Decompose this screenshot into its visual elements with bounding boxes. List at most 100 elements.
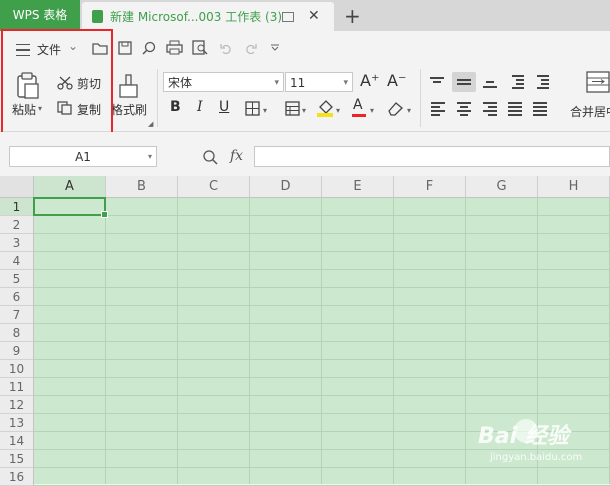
- watermark-url: jingyan.baidu.com: [490, 452, 583, 463]
- merge-center-icon[interactable]: [586, 71, 610, 93]
- row-gridline: [34, 233, 610, 234]
- decrease-indent-icon[interactable]: [508, 74, 526, 89]
- function-button[interactable]: fx: [230, 148, 243, 164]
- grow-font-button[interactable]: A⁺: [360, 71, 379, 90]
- divider: [420, 69, 421, 127]
- row-gridline: [34, 269, 610, 270]
- row-gridline: [34, 413, 610, 414]
- row-header-5[interactable]: 5: [0, 270, 34, 288]
- align-middle-button[interactable]: [452, 72, 476, 92]
- print-preview-icon[interactable]: [192, 40, 208, 55]
- fill-color-icon[interactable]: [316, 99, 334, 117]
- row-gridline: [34, 359, 610, 360]
- shrink-font-button[interactable]: A⁻: [387, 71, 406, 90]
- row-gridline: [34, 323, 610, 324]
- print-icon[interactable]: [166, 40, 183, 55]
- column-header-g[interactable]: G: [466, 176, 538, 198]
- fill-handle[interactable]: [101, 211, 108, 218]
- clear-dropdown-icon[interactable]: ▾: [407, 106, 411, 115]
- bold-button[interactable]: B: [170, 99, 181, 115]
- name-box[interactable]: A1 ▾: [9, 146, 157, 167]
- row-gridline: [34, 467, 610, 468]
- column-header-h[interactable]: H: [538, 176, 610, 198]
- row-header-12[interactable]: 12: [0, 396, 34, 414]
- row-header-7[interactable]: 7: [0, 306, 34, 324]
- align-right-icon[interactable]: [483, 101, 499, 116]
- highlight-annotation: [1, 29, 113, 135]
- row-header-10[interactable]: 10: [0, 360, 34, 378]
- customize-toolbar-icon[interactable]: [270, 44, 280, 52]
- align-center-icon[interactable]: [457, 101, 473, 116]
- row-header-8[interactable]: 8: [0, 324, 34, 342]
- format-painter-button[interactable]: 格式刷: [111, 101, 147, 118]
- formula-input[interactable]: [254, 146, 610, 167]
- document-tab[interactable]: 新建 Microsof...003 工作表 (3) ✕: [82, 2, 334, 31]
- undo-icon[interactable]: [220, 42, 233, 54]
- underline-button[interactable]: U: [219, 99, 229, 115]
- row-header-1[interactable]: 1: [0, 198, 34, 216]
- save-icon[interactable]: [118, 41, 132, 55]
- row-header-9[interactable]: 9: [0, 342, 34, 360]
- new-tab-button[interactable]: +: [344, 4, 361, 28]
- clipboard-launcher-icon[interactable]: ◢: [148, 120, 153, 128]
- align-top-icon[interactable]: [430, 75, 446, 89]
- row-header-11[interactable]: 11: [0, 378, 34, 396]
- chevron-down-icon: ▾: [147, 152, 152, 161]
- row-header-13[interactable]: 13: [0, 414, 34, 432]
- redo-icon[interactable]: [244, 42, 257, 54]
- formula-bar: A1 ▾ fx: [0, 132, 610, 176]
- increase-indent-icon[interactable]: [533, 74, 551, 89]
- cell-style-icon[interactable]: [285, 101, 300, 116]
- align-bottom-icon[interactable]: [483, 75, 499, 89]
- font-name-select[interactable]: 宋体 ▾: [163, 72, 284, 92]
- chevron-down-icon: ▾: [343, 78, 348, 88]
- distributed-align-icon[interactable]: [533, 101, 549, 116]
- divider: [157, 69, 158, 127]
- zoom-search-icon[interactable]: [202, 149, 218, 165]
- app-tab[interactable]: WPS 表格: [0, 0, 80, 31]
- row-header-3[interactable]: 3: [0, 234, 34, 252]
- font-size-select[interactable]: 11 ▾: [285, 72, 353, 92]
- font-size-value: 11: [290, 76, 306, 90]
- row-gridline: [34, 251, 610, 252]
- font-color-button[interactable]: A: [353, 97, 363, 113]
- select-all-corner[interactable]: [0, 176, 34, 198]
- row-gridline: [34, 287, 610, 288]
- cell-style-dropdown-icon[interactable]: ▾: [302, 106, 306, 115]
- borders-dropdown-icon[interactable]: ▾: [263, 106, 267, 115]
- row-gridline: [34, 395, 610, 396]
- italic-button[interactable]: I: [197, 99, 203, 115]
- fill-color-dropdown-icon[interactable]: ▾: [336, 106, 340, 115]
- borders-icon[interactable]: [245, 101, 260, 116]
- watermark-text: Bai 经验: [478, 424, 569, 449]
- row-gridline: [34, 341, 610, 342]
- find-icon[interactable]: [142, 41, 156, 55]
- row-header-14[interactable]: 14: [0, 432, 34, 450]
- row-header-2[interactable]: 2: [0, 216, 34, 234]
- document-title: 新建 Microsof...003 工作表 (3): [110, 10, 283, 24]
- name-box-value: A1: [75, 150, 91, 164]
- close-tab-button[interactable]: ✕: [308, 8, 320, 24]
- column-header-d[interactable]: D: [250, 176, 322, 198]
- align-left-icon[interactable]: [431, 101, 447, 116]
- column-header-e[interactable]: E: [322, 176, 394, 198]
- row-header-16[interactable]: 16: [0, 468, 34, 486]
- window-icon[interactable]: [282, 12, 294, 22]
- row-header-4[interactable]: 4: [0, 252, 34, 270]
- eraser-icon[interactable]: [387, 101, 404, 116]
- column-header-b[interactable]: B: [106, 176, 178, 198]
- row-header-15[interactable]: 15: [0, 450, 34, 468]
- column-header-c[interactable]: C: [178, 176, 250, 198]
- active-cell-a1[interactable]: [33, 197, 108, 218]
- row-header-6[interactable]: 6: [0, 288, 34, 306]
- chevron-down-icon: ▾: [274, 78, 279, 88]
- row-gridline: [34, 377, 610, 378]
- font-color-dropdown-icon[interactable]: ▾: [370, 106, 374, 115]
- merge-center-button[interactable]: 合并居中: [570, 103, 610, 120]
- column-header-a[interactable]: A: [34, 176, 106, 198]
- row-gridline: [34, 305, 610, 306]
- format-painter-icon[interactable]: [118, 73, 140, 99]
- spreadsheet-icon: [92, 10, 103, 23]
- justify-icon[interactable]: [508, 101, 524, 116]
- column-header-f[interactable]: F: [394, 176, 466, 198]
